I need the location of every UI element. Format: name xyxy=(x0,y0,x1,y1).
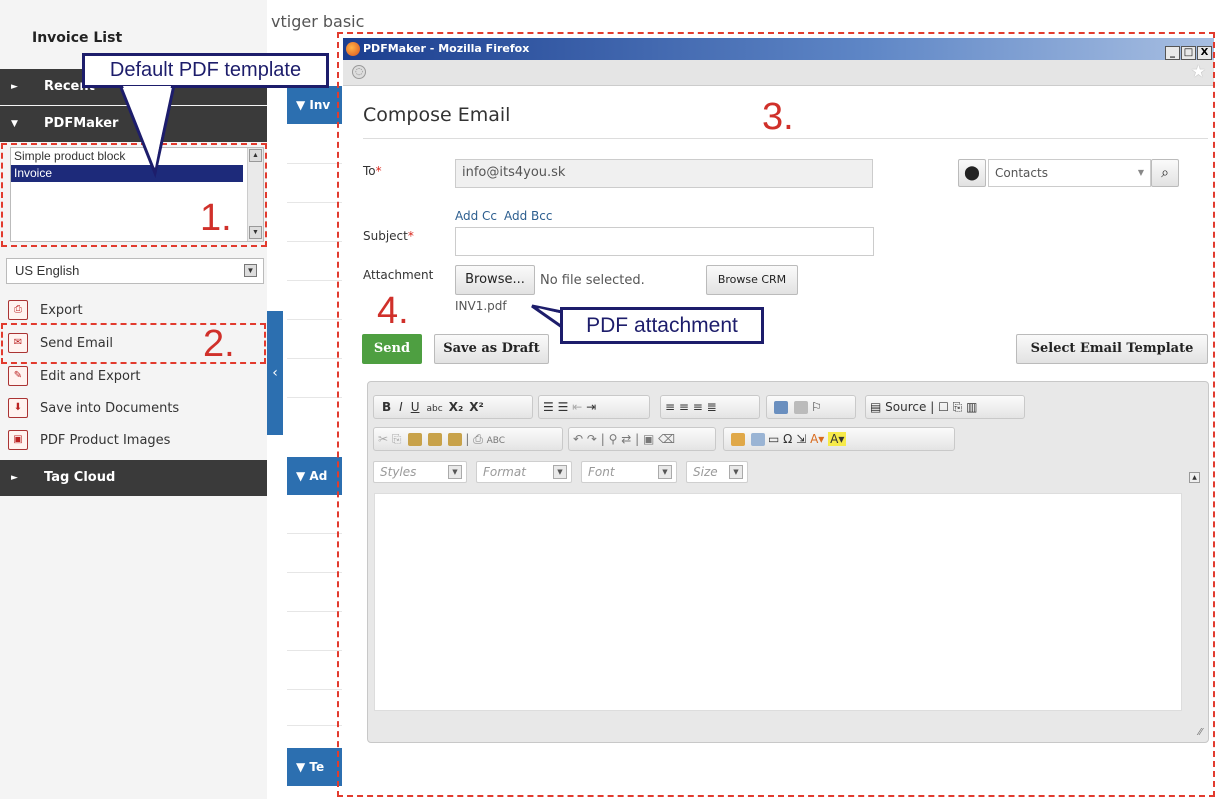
callout-pointer-fill xyxy=(123,86,171,168)
annotation-callout-pointer-cover xyxy=(123,86,563,325)
callout-pdf-attachment: PDF attachment xyxy=(560,307,764,344)
